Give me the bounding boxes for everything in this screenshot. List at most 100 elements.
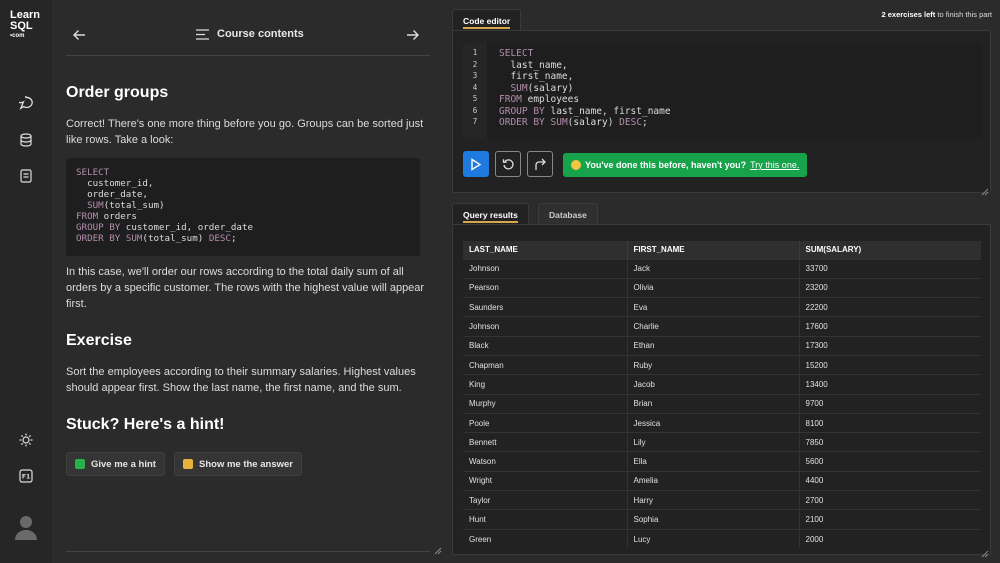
resize-handle-icon[interactable] xyxy=(434,542,442,555)
editor-code[interactable]: SELECT last_name, first_name, SUM(salary… xyxy=(499,48,671,129)
table-row: Johnson Charlie 17600 xyxy=(463,316,981,337)
tab-database[interactable]: Database xyxy=(538,203,598,225)
menu-icon xyxy=(196,28,209,40)
forward-arrow-icon xyxy=(534,158,546,170)
reset-icon xyxy=(502,158,514,169)
table-cell: 2000 xyxy=(799,528,981,549)
database-icon[interactable] xyxy=(18,132,34,148)
hint-heading: Stuck? Here's a hint! xyxy=(66,416,225,433)
tab-query-results[interactable]: Query results xyxy=(452,203,529,225)
resize-handle-icon[interactable] xyxy=(981,183,989,196)
logo-line-3: •com xyxy=(10,33,25,39)
table-cell: 15200 xyxy=(799,354,981,375)
run-button[interactable] xyxy=(463,151,489,177)
next-exercise-button[interactable] xyxy=(527,151,553,177)
table-cell: Harry xyxy=(627,490,800,510)
query-results-panel: LAST_NAME FIRST_NAME SUM(SALARY) Johnson… xyxy=(452,224,991,558)
lesson-explanation: In this case, we'll order our rows accor… xyxy=(66,266,425,310)
table-cell: Johnson xyxy=(463,316,628,337)
chat-icon[interactable] xyxy=(18,95,34,111)
try-this-one-link[interactable]: Try this one. xyxy=(750,160,799,170)
table-row: Watson Ella 5600 xyxy=(463,451,981,472)
sun-icon[interactable] xyxy=(18,432,34,448)
table-cell: 8100 xyxy=(799,412,981,433)
table-cell: Johnson xyxy=(463,258,628,279)
table-cell: 4400 xyxy=(799,470,981,491)
table-cell: Ruby xyxy=(627,354,800,375)
shortcut-f1-icon[interactable]: F1 xyxy=(18,468,34,484)
reset-button[interactable] xyxy=(495,151,521,177)
table-cell: Chapman xyxy=(463,354,628,375)
table-row: Saunders Eva 22200 xyxy=(463,297,981,317)
exercises-left-suffix: to finish this part xyxy=(937,10,992,19)
lesson-intro: Correct! There's one more thing before y… xyxy=(66,118,424,146)
line-number: 2 xyxy=(472,59,478,69)
table-cell: Amelia xyxy=(627,470,800,491)
table-row: Johnson Jack 33700 xyxy=(463,258,981,279)
table-cell: Poole xyxy=(463,412,628,433)
exercise-heading: Exercise xyxy=(66,332,132,349)
column-header[interactable]: LAST_NAME xyxy=(463,241,628,259)
play-icon xyxy=(471,157,482,171)
table-row: Green Lucy 2000 xyxy=(463,528,981,549)
line-number: 1 xyxy=(472,48,478,57)
code-editor[interactable]: 1 2 3 4 5 6 7 SELECT last_name, first_na… xyxy=(463,43,983,139)
exercise-instructions: Sort the employees according to their su… xyxy=(66,366,416,394)
table-cell: Green xyxy=(463,528,628,549)
user-avatar[interactable] xyxy=(14,513,38,541)
give-hint-label: Give me a hint xyxy=(91,458,156,470)
give-hint-button[interactable]: Give me a hint xyxy=(66,452,165,476)
arrow-right-icon[interactable] xyxy=(406,28,422,44)
table-row: Taylor Harry 2700 xyxy=(463,490,981,510)
lesson-heading: Order groups xyxy=(66,84,169,101)
line-number-gutter: 1 2 3 4 5 6 7 xyxy=(463,43,487,139)
course-contents-label: Course contents xyxy=(217,28,304,40)
table-cell: Pearson xyxy=(463,277,628,298)
table-cell: Wright xyxy=(463,470,628,491)
column-header[interactable]: FIRST_NAME xyxy=(627,241,800,259)
table-header-row: LAST_NAME FIRST_NAME SUM(SALARY) xyxy=(463,241,981,259)
table-cell: Ethan xyxy=(627,335,800,356)
success-message: You've done this before, haven't you? Tr… xyxy=(563,153,808,177)
table-row: Chapman Ruby 15200 xyxy=(463,354,981,375)
learnsql-logo[interactable]: Learn SQL •com xyxy=(10,10,44,40)
tab-query-results-label: Query results xyxy=(463,209,518,220)
notes-icon[interactable] xyxy=(18,168,34,184)
table-cell: Bennett xyxy=(463,432,628,452)
arrow-left-icon[interactable] xyxy=(72,28,88,44)
table-cell: Brian xyxy=(627,393,800,414)
table-cell: 2100 xyxy=(799,509,981,530)
workspace: 2 exercises left to finish this part Cod… xyxy=(452,0,1000,563)
tab-code-editor-label: Code editor xyxy=(463,15,511,26)
table-cell: Jacob xyxy=(627,374,800,395)
table-cell: King xyxy=(463,374,628,395)
info-icon xyxy=(75,459,85,469)
line-number: 6 xyxy=(472,105,478,115)
table-cell: Charlie xyxy=(627,316,800,337)
table-row: Wright Amelia 4400 xyxy=(463,470,981,491)
results-table: LAST_NAME FIRST_NAME SUM(SALARY) Johnson… xyxy=(463,241,981,549)
course-contents-button[interactable]: Course contents xyxy=(196,28,304,40)
table-cell: Jack xyxy=(627,258,800,279)
table-cell: Black xyxy=(463,335,628,356)
clapping-hands-icon xyxy=(571,160,581,170)
success-message-text: You've done this before, haven't you? xyxy=(585,160,747,170)
table-cell: 5600 xyxy=(799,451,981,472)
resize-handle-icon[interactable] xyxy=(981,545,989,558)
divider xyxy=(66,551,430,552)
svg-text:F1: F1 xyxy=(22,474,30,481)
table-cell: Lily xyxy=(627,432,800,452)
line-number: 3 xyxy=(472,71,478,80)
table-cell: Watson xyxy=(463,451,628,472)
table-cell: Lucy xyxy=(627,528,800,549)
column-header[interactable]: SUM(SALARY) xyxy=(799,241,981,259)
table-row: Bennett Lily 7850 xyxy=(463,432,981,452)
lesson-navigation: Course contents xyxy=(66,16,430,56)
results-body: Johnson Jack 33700 Pearson Olivia 23200 Saunde… xyxy=(463,258,981,549)
table-cell: 13400 xyxy=(799,374,981,395)
table-cell: Saunders xyxy=(463,297,628,317)
exercises-left-indicator: 2 exercises left to finish this part xyxy=(882,10,993,19)
show-answer-button[interactable]: Show me the answer xyxy=(174,452,302,476)
tab-code-editor[interactable]: Code editor xyxy=(452,9,522,31)
lesson-panel: Course contents Order groups Correct! Th… xyxy=(52,0,444,563)
